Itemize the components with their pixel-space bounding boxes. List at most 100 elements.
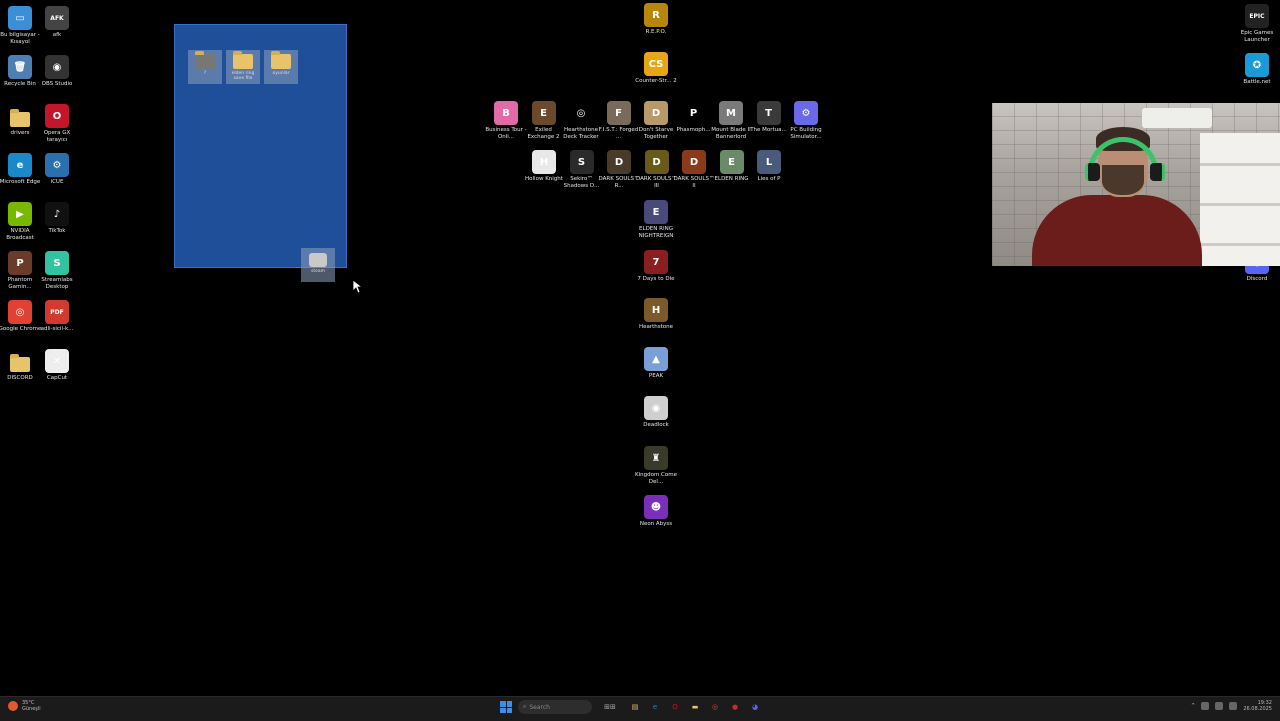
icon-label: Counter-Str... 2 bbox=[635, 78, 677, 84]
desktop-icon-kingdom-come-del[interactable]: ♜ Kingdom Come Del... bbox=[634, 446, 678, 486]
tray-chevron-icon[interactable]: ^ bbox=[1191, 703, 1195, 709]
desktop-icon-battle-net[interactable]: ✪ Battle.net bbox=[1237, 53, 1277, 86]
desktop-icon-elden-ring[interactable]: E ELDEN RING bbox=[712, 150, 752, 183]
neon-abyss-icon: ☻ bbox=[644, 495, 668, 519]
taskbar-edge-icon[interactable]: e bbox=[648, 700, 662, 714]
search-placeholder: Search bbox=[529, 703, 550, 711]
desktop-icon-r-e-p-o[interactable]: R R.E.P.O. bbox=[636, 3, 676, 36]
folder-icon bbox=[195, 51, 215, 69]
icon-label: Deadlock bbox=[643, 422, 669, 428]
capcut-icon: ✕ bbox=[45, 349, 69, 373]
desktop-icon-don-t-starve-together[interactable]: D Don't Starve Together bbox=[636, 101, 676, 141]
desktop-icon-recycle-bin[interactable]: 🗑 Recycle Bin bbox=[0, 55, 40, 88]
desktop-icon-nvidia-broadcast[interactable]: ▶ NVIDIA Broadcast bbox=[0, 202, 40, 242]
desktop-icon-counter-str-2[interactable]: CS Counter-Str... 2 bbox=[635, 52, 677, 85]
desktop-icon-phantom-gamin[interactable]: P Phantom Gamin... bbox=[0, 251, 40, 291]
desktop-icon-discord[interactable]: DISCORD bbox=[0, 349, 40, 382]
selected-item-oyunlar[interactable]: oyunlar bbox=[264, 50, 298, 84]
exiled-exchange-2-icon: E bbox=[531, 101, 556, 125]
desktop-icon-obs-studio[interactable]: ◉ OBS Studio bbox=[37, 55, 77, 88]
desktop-icon-pc-building-simulator[interactable]: ⚙ PC Building Simulator... bbox=[786, 101, 826, 141]
selected-item-elden-ring-save-file[interactable]: elden ring save file bbox=[226, 50, 260, 84]
desktop-icon-dark-souls-iii[interactable]: D DARK SOULS™ III bbox=[636, 150, 677, 190]
mic-icon[interactable] bbox=[1215, 702, 1224, 710]
desktop-icon-tiktok[interactable]: ♪ TikTok bbox=[37, 202, 77, 235]
discord-icon bbox=[8, 349, 32, 373]
desktop-icon-drivers[interactable]: drivers bbox=[0, 104, 40, 137]
dark-souls-ii-icon: D bbox=[682, 150, 706, 174]
desktop-icon-google-chrome[interactable]: ◎ Google Chrome bbox=[0, 300, 41, 333]
desktop-icon-capcut[interactable]: ✕ CapCut bbox=[37, 349, 77, 382]
search-icon: ⌕ bbox=[523, 703, 527, 710]
7-days-to-die-icon: 7 bbox=[644, 250, 668, 274]
desktop-icon-streamlabs-desktop[interactable]: S Streamlabs Desktop bbox=[37, 251, 77, 291]
phasmoph-icon: P bbox=[681, 101, 706, 125]
counter-str-2-icon: CS bbox=[644, 52, 668, 76]
desktop-icon-hearthstone-deck-tracker[interactable]: ◎ Hearthstone Deck Tracker bbox=[561, 101, 601, 141]
the-mortua-icon: T bbox=[756, 101, 781, 125]
task-view-icon[interactable]: ⊞⊞ bbox=[598, 700, 622, 714]
desktop-icon-microsoft-edge[interactable]: e Microsoft Edge bbox=[0, 153, 40, 186]
taskbar-discord-icon[interactable]: ◕ bbox=[748, 700, 762, 714]
icon-label: PC Building Simulator... bbox=[790, 127, 822, 140]
desktop-icon-peak[interactable]: ▲ PEAK bbox=[636, 347, 676, 380]
start-button[interactable] bbox=[500, 701, 512, 713]
desktop-icon-f-i-s-t-forged[interactable]: F F.I.S.T.: Forged ... bbox=[599, 101, 639, 141]
icue-icon: ⚙ bbox=[45, 153, 69, 177]
desktop-icon-elden-ring-nightreign[interactable]: E ELDEN RING NIGHTREIGN bbox=[636, 200, 676, 240]
desktop-icon-deadlock[interactable]: ◉ Deadlock bbox=[636, 396, 676, 429]
taskbar-chrome-icon[interactable]: ◎ bbox=[708, 700, 722, 714]
taskbar-file-explorer-icon[interactable]: ▤ bbox=[628, 700, 642, 714]
taskbar-opera-icon[interactable]: O bbox=[668, 700, 682, 714]
desktop-icon-exiled-exchange-2[interactable]: E Exiled Exchange 2 bbox=[524, 101, 564, 141]
phantom-gamin-icon: P bbox=[8, 251, 32, 275]
desktop-icon-afk[interactable]: AFK afk bbox=[37, 6, 77, 39]
clock[interactable]: 19:32 26.08.2025 bbox=[1243, 700, 1272, 712]
sekiro-shadows-d-icon: S bbox=[569, 150, 594, 174]
icon-label: Battle.net bbox=[1243, 79, 1271, 85]
icon-label: iCUE bbox=[50, 179, 64, 185]
icon-label: Discord bbox=[1246, 276, 1268, 282]
desktop-icon-epic-games-launcher[interactable]: EPIC Epic Games Launcher bbox=[1237, 4, 1277, 44]
dark-souls-iii-icon: D bbox=[644, 150, 669, 174]
desktop-icon-adli-sicil-k[interactable]: PDF adli-sicil-k... bbox=[37, 300, 77, 333]
selected-item-steam[interactable]: steam bbox=[301, 248, 335, 282]
desktop-icon-hearthstone[interactable]: H Hearthstone bbox=[636, 298, 676, 331]
desktop-icon-dark-souls-r[interactable]: D DARK SOULS™ R... bbox=[599, 150, 639, 190]
desktop-icon-hollow-knight[interactable]: H Hollow Knight bbox=[524, 150, 564, 183]
icon-label: afk bbox=[52, 32, 62, 38]
desktop-icon-dark-souls-ii[interactable]: D DARK SOULS™ II bbox=[674, 150, 714, 190]
selected-item-[interactable]: ? bbox=[188, 50, 222, 84]
icon-label: Kingdom Come Del... bbox=[634, 472, 678, 485]
desktop-icon-bu-bilgisayar-k-sayol[interactable]: ▭ Bu bilgisayar - Kısayol bbox=[0, 6, 40, 46]
battle-net-icon: ✪ bbox=[1245, 53, 1269, 77]
opera-gx-taray-c-icon: O bbox=[45, 104, 69, 128]
desktop-icon-the-mortua[interactable]: T The Mortua... bbox=[749, 101, 789, 134]
taskbar-app-red-icon[interactable]: ● bbox=[728, 700, 742, 714]
desktop-icon-phasmoph[interactable]: P Phasmoph... bbox=[674, 101, 714, 134]
taskbar-folder-icon[interactable]: ▬ bbox=[688, 700, 702, 714]
desktop-icon-lies-of-p[interactable]: L Lies of P bbox=[749, 150, 789, 183]
shelf bbox=[1200, 133, 1280, 266]
don-t-starve-together-icon: D bbox=[644, 101, 668, 125]
icon-label: PEAK bbox=[648, 373, 664, 379]
folder-icon bbox=[271, 51, 291, 69]
desktop-icon-opera-gx-taray-c[interactable]: O Opera GX tarayıcı bbox=[37, 104, 77, 144]
selected-item-label: oyunlar bbox=[272, 71, 290, 76]
f-i-s-t-forged-icon: F bbox=[606, 101, 631, 125]
taskbar-search[interactable]: ⌕ Search bbox=[518, 700, 592, 714]
volume-icon[interactable] bbox=[1229, 702, 1238, 710]
hearthstone-deck-tracker-icon: ◎ bbox=[569, 101, 593, 125]
desktop-icon-icue[interactable]: ⚙ iCUE bbox=[37, 153, 77, 186]
icon-label: Opera GX tarayıcı bbox=[43, 130, 71, 143]
network-icon[interactable] bbox=[1201, 702, 1210, 710]
google-chrome-icon: ◎ bbox=[8, 300, 32, 324]
desktop-icon-sekiro-shadows-d[interactable]: S Sekiro™ Shadows D... bbox=[562, 150, 602, 190]
weather-widget[interactable]: 35°C Güneşli bbox=[8, 700, 41, 712]
desktop-icon-mount-blade-ii-bannerlord[interactable]: M Mount Blade II Bannerlord bbox=[711, 101, 751, 141]
desktop-icon-neon-abyss[interactable]: ☻ Neon Abyss bbox=[636, 495, 676, 528]
desktop-icon-7-days-to-die[interactable]: 7 7 Days to Die bbox=[636, 250, 676, 283]
mouse-cursor-icon bbox=[353, 280, 363, 294]
desktop-icon-business-tour-onli[interactable]: B Business Tour - Onli... bbox=[485, 101, 527, 141]
weather-desc: Güneşli bbox=[22, 706, 41, 712]
